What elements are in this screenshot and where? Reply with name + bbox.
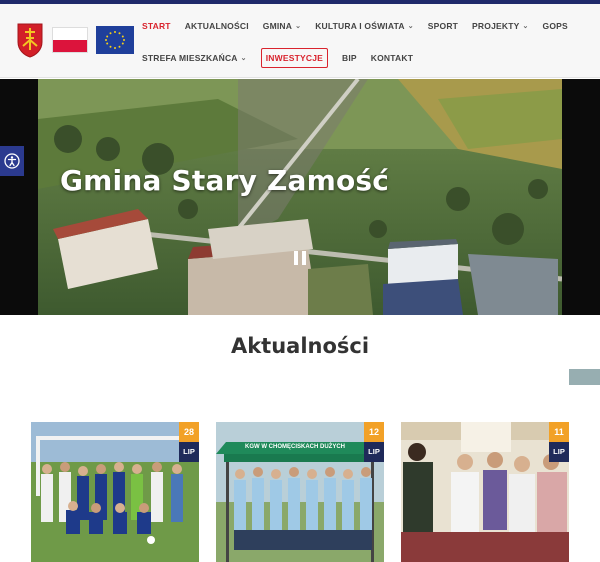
chevron-down-icon: ⌄ bbox=[522, 23, 529, 30]
nav-item-start[interactable]: START bbox=[142, 21, 171, 31]
news-card-1-photo bbox=[31, 422, 199, 562]
nav-item-label: PROJEKTY bbox=[472, 21, 520, 31]
chevron-down-icon: ⌄ bbox=[240, 55, 247, 62]
chevron-down-icon: ⌄ bbox=[295, 23, 302, 30]
nav-item-kontakt[interactable]: KONTAKT bbox=[371, 53, 413, 63]
nav-item-label: STREFA MIESZKAŃCA bbox=[142, 53, 238, 63]
nav-item-label: KONTAKT bbox=[370, 53, 414, 63]
main-nav: START AKTUALNOŚCI GMINA ⌄ KULTURA I OŚWIATA ⌄… bbox=[142, 12, 592, 72]
nav-row-secondary: STREFA MIESZKAŃCA ⌄ INWESTYCJE BIP KONTAKT bbox=[142, 44, 592, 72]
nav-item-label: INWESTYCJE bbox=[265, 53, 323, 63]
accessibility-icon[interactable] bbox=[0, 146, 24, 176]
nav-item-label: AKTUALNOŚCI bbox=[184, 21, 249, 31]
nav-item-gmina[interactable]: GMINA ⌄ bbox=[263, 21, 301, 31]
nav-item-projekty[interactable]: PROJEKTY ⌄ bbox=[472, 21, 529, 31]
nav-item-kultura-i-oswiata[interactable]: KULTURA I OŚWIATA ⌄ bbox=[315, 21, 414, 31]
eu-flag-icon bbox=[96, 26, 134, 54]
hero-aerial-image bbox=[38, 79, 562, 315]
logos bbox=[16, 22, 134, 58]
nav-item-label: SPORT bbox=[427, 21, 459, 31]
pause-icon[interactable] bbox=[294, 251, 306, 265]
nav-item-strefa-mieszkanca[interactable]: STREFA MIESZKAŃCA ⌄ bbox=[142, 53, 247, 63]
news-card-3-photo bbox=[401, 422, 569, 562]
nav-item-label: BIP bbox=[342, 53, 357, 63]
nav-item-bip[interactable]: BIP bbox=[342, 53, 357, 63]
date-day: 28 bbox=[179, 422, 199, 442]
date-day: 11 bbox=[549, 422, 569, 442]
news-card-2-banner: KGW W CHOMĘCISKACH DUŻYCH bbox=[245, 444, 345, 450]
nav-item-label: GOPS bbox=[542, 21, 568, 31]
date-month: LIP bbox=[364, 442, 384, 462]
poland-flag-icon bbox=[52, 27, 88, 53]
chevron-down-icon: ⌄ bbox=[407, 23, 414, 30]
hero-title: Gmina Stary Zamość bbox=[60, 164, 390, 197]
nav-item-label: START bbox=[142, 21, 171, 31]
news-card-2-photo bbox=[216, 422, 384, 562]
news-card-2[interactable]: KGW W CHOMĘCISKACH DUŻYCH 12 LIP bbox=[216, 422, 384, 562]
coat-of-arms-icon[interactable] bbox=[16, 22, 44, 58]
nav-item-gops[interactable]: GOPS bbox=[543, 21, 568, 31]
side-tab[interactable] bbox=[569, 369, 600, 385]
news-card-3[interactable]: 11 LIP bbox=[401, 422, 569, 562]
hero-slider: Gmina Stary Zamość bbox=[0, 79, 600, 315]
date-month: LIP bbox=[179, 442, 199, 462]
site-header: START AKTUALNOŚCI GMINA ⌄ KULTURA I OŚWIATA ⌄… bbox=[0, 4, 600, 78]
date-day: 12 bbox=[364, 422, 384, 442]
news-card-1-date: 28 LIP bbox=[179, 422, 199, 462]
nav-item-label: GMINA bbox=[262, 21, 293, 31]
nav-item-aktualnosci[interactable]: AKTUALNOŚCI bbox=[185, 21, 249, 31]
nav-item-label: KULTURA I OŚWIATA bbox=[315, 21, 405, 31]
news-card-3-date: 11 LIP bbox=[549, 422, 569, 462]
nav-item-inwestycje[interactable]: INWESTYCJE bbox=[260, 48, 328, 68]
date-month: LIP bbox=[549, 442, 569, 462]
nav-item-sport[interactable]: SPORT bbox=[428, 21, 458, 31]
news-card-1[interactable]: 28 LIP bbox=[31, 422, 199, 562]
section-title-news: Aktualności bbox=[230, 334, 370, 358]
news-card-2-date: 12 LIP bbox=[364, 422, 384, 462]
nav-row-primary: START AKTUALNOŚCI GMINA ⌄ KULTURA I OŚWIATA ⌄… bbox=[142, 12, 592, 40]
